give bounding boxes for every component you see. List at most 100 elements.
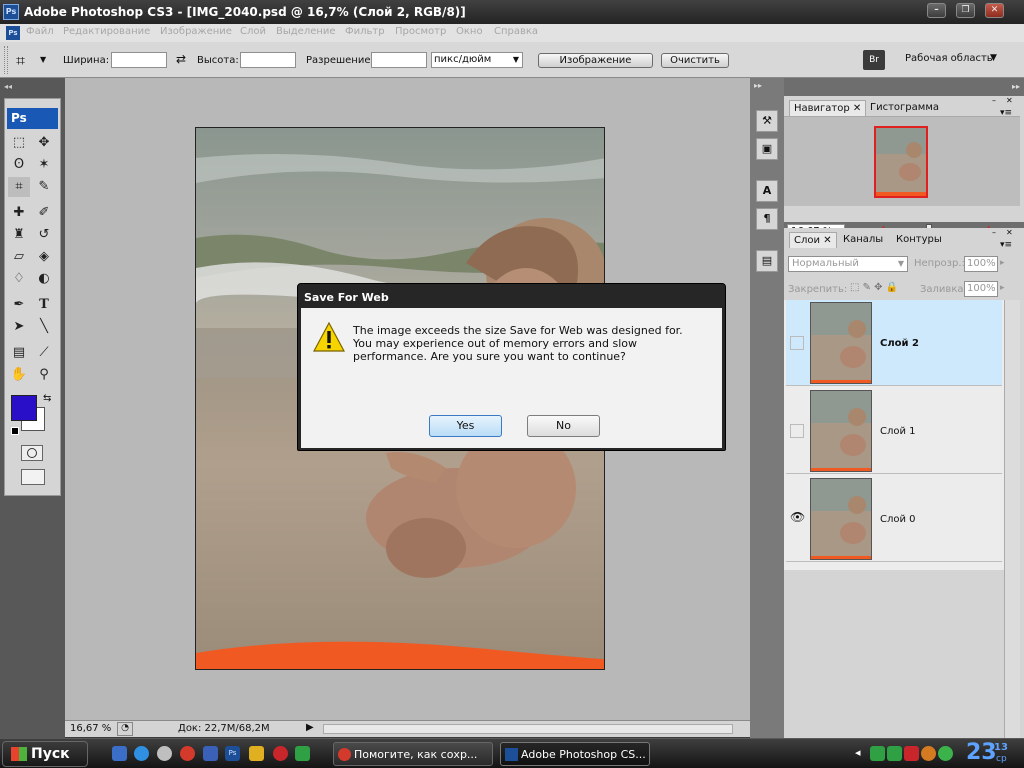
tab-navigator[interactable]: Навигатор ✕	[789, 100, 867, 116]
options-grip[interactable]	[4, 46, 8, 74]
resolution-input[interactable]	[371, 52, 427, 68]
menu-edit[interactable]: Редактирование	[63, 26, 150, 37]
layer-row-2[interactable]: Слой 2	[786, 300, 1002, 386]
fill-input[interactable]: 100%	[964, 281, 998, 297]
opacity-arrow-icon[interactable]: ▸	[1000, 258, 1005, 268]
restore-button[interactable]: ❐	[956, 3, 975, 18]
character-panel-icon[interactable]: A	[756, 180, 778, 202]
opacity-input[interactable]: 100%	[964, 256, 998, 272]
clone-stamp-tool-icon[interactable]: ♜	[8, 225, 30, 245]
magic-wand-tool-icon[interactable]: ✶	[33, 155, 55, 175]
opera-icon[interactable]	[180, 746, 195, 761]
dodge-tool-icon[interactable]: ◐	[33, 269, 55, 289]
menu-file[interactable]: Файл	[26, 26, 54, 37]
workspace-label[interactable]: Рабочая область	[905, 53, 993, 64]
layer-0-eye-icon[interactable]: 👁	[790, 510, 805, 524]
antivirus-icon[interactable]	[273, 746, 288, 761]
foreground-color-swatch[interactable]	[11, 395, 37, 421]
lasso-tool-icon[interactable]: ʘ	[8, 155, 30, 175]
pen-tool-icon[interactable]: ✒	[8, 295, 30, 315]
navigator-view-box[interactable]	[874, 126, 928, 198]
menu-view[interactable]: Просмотр	[395, 26, 446, 37]
close-button[interactable]: ✕	[985, 3, 1004, 18]
horizontal-scrollbar[interactable]	[323, 724, 733, 734]
layer-2-visibility-toggle[interactable]	[790, 336, 804, 350]
layers-close-icon[interactable]: ✕	[823, 235, 831, 246]
clock-hours[interactable]: 23	[966, 740, 997, 765]
height-input[interactable]	[240, 52, 296, 68]
blend-mode-select[interactable]: Нормальный ▼	[788, 256, 908, 272]
menu-select[interactable]: Выделение	[276, 26, 336, 37]
tab-paths[interactable]: Контуры	[892, 232, 946, 248]
layer-2-name[interactable]: Слой 2	[880, 338, 919, 349]
marquee-tool-icon[interactable]: ⬚	[8, 133, 30, 153]
menu-help[interactable]: Справка	[494, 26, 538, 37]
resolution-units-select[interactable]: пикс/дюйм ▼	[431, 52, 523, 68]
blur-tool-icon[interactable]: ♢	[8, 269, 30, 289]
yes-button[interactable]: Yes	[429, 415, 502, 437]
tool-presets-icon[interactable]: ⚒	[756, 110, 778, 132]
tray-icon-1[interactable]	[870, 746, 885, 761]
ps-menu-icon[interactable]: Ps	[6, 26, 20, 40]
start-button[interactable]: Пуск	[2, 741, 88, 767]
quick-mask-mode-icon[interactable]	[21, 445, 43, 461]
tray-icon-4[interactable]	[921, 746, 936, 761]
swap-colors-icon[interactable]: ⇆	[43, 393, 51, 404]
move-tool-icon[interactable]: ✥	[33, 133, 55, 153]
tab-layers[interactable]: Слои ✕	[789, 232, 837, 248]
notes-tool-icon[interactable]: ▤	[8, 343, 30, 363]
show-desktop-icon[interactable]	[112, 746, 127, 761]
tray-expand-icon[interactable]: ◂	[855, 746, 861, 759]
layers-minimize-icon[interactable]: –	[992, 228, 996, 237]
healing-brush-tool-icon[interactable]: ✚	[8, 203, 30, 223]
clone-source-icon[interactable]: ▣	[756, 138, 778, 160]
navigator-close-panel-icon[interactable]: ✕	[1006, 96, 1013, 105]
layers-close-panel-icon[interactable]: ✕	[1006, 228, 1013, 237]
hand-tool-icon[interactable]: ✋	[8, 365, 30, 385]
menu-image[interactable]: Изображение	[160, 26, 232, 37]
crop-tool-icon[interactable]: ⌗	[16, 51, 25, 71]
tool-preset-chevron-down-icon[interactable]: ▼	[40, 55, 46, 64]
clear-button[interactable]: Очистить	[661, 53, 729, 68]
type-tool-icon[interactable]: T	[33, 295, 55, 315]
folder-icon[interactable]	[249, 746, 264, 761]
navigator-minimize-icon[interactable]: –	[992, 96, 996, 105]
eyedropper-tool-icon[interactable]: ⟋	[33, 343, 55, 363]
layers-scrollbar[interactable]	[1004, 300, 1020, 768]
internet-explorer-icon[interactable]	[134, 746, 149, 761]
collapse-arrows-icon[interactable]: ◂◂	[4, 82, 12, 91]
navigator-close-icon[interactable]: ✕	[853, 103, 861, 114]
layer-row-0[interactable]: 👁 Слой 0	[786, 476, 1002, 562]
lock-icons[interactable]: ⬚ ✎ ✥ 🔒	[850, 282, 898, 293]
tray-icon-5[interactable]	[938, 746, 953, 761]
slice-tool-icon[interactable]: ✎	[33, 177, 55, 197]
photoshop-quicklaunch-icon[interactable]: Ps	[225, 746, 240, 761]
paint-bucket-tool-icon[interactable]: ◈	[33, 247, 55, 267]
screen-mode-icon[interactable]	[21, 469, 45, 485]
eraser-tool-icon[interactable]: ▱	[8, 247, 30, 267]
media-player-icon[interactable]	[203, 746, 218, 761]
menu-filter[interactable]: Фильтр	[345, 26, 385, 37]
zoom-tool-icon[interactable]: ⚲	[33, 365, 55, 385]
messenger-icon[interactable]	[295, 746, 310, 761]
swap-dimensions-icon[interactable]: ⇄	[176, 52, 186, 66]
zoom-level[interactable]: 16,67 %	[70, 723, 111, 734]
no-button[interactable]: No	[527, 415, 600, 437]
layer-1-visibility-toggle[interactable]	[790, 424, 804, 438]
workspace-chevron-down-icon[interactable]: ▼	[990, 53, 997, 63]
layer-row-1[interactable]: Слой 1	[786, 388, 1002, 474]
app-launcher-icon[interactable]	[157, 746, 172, 761]
bridge-icon[interactable]: Br	[863, 50, 885, 70]
default-colors-icon[interactable]	[11, 427, 19, 435]
tab-histogram[interactable]: Гистограмма	[866, 100, 943, 116]
task-photoshop-window[interactable]: Adobe Photoshop CS...	[500, 742, 650, 766]
task-opera-window[interactable]: Помогите, как сохр...	[333, 742, 493, 766]
tray-icon-3[interactable]	[904, 746, 919, 761]
layer-comps-icon[interactable]: ▤	[756, 250, 778, 272]
history-brush-tool-icon[interactable]: ↺	[33, 225, 55, 245]
line-tool-icon[interactable]: ╲	[33, 317, 55, 337]
minimize-button[interactable]: –	[927, 3, 946, 18]
paragraph-panel-icon[interactable]: ¶	[756, 208, 778, 230]
tray-icon-2[interactable]	[887, 746, 902, 761]
fill-arrow-icon[interactable]: ▸	[1000, 283, 1005, 293]
